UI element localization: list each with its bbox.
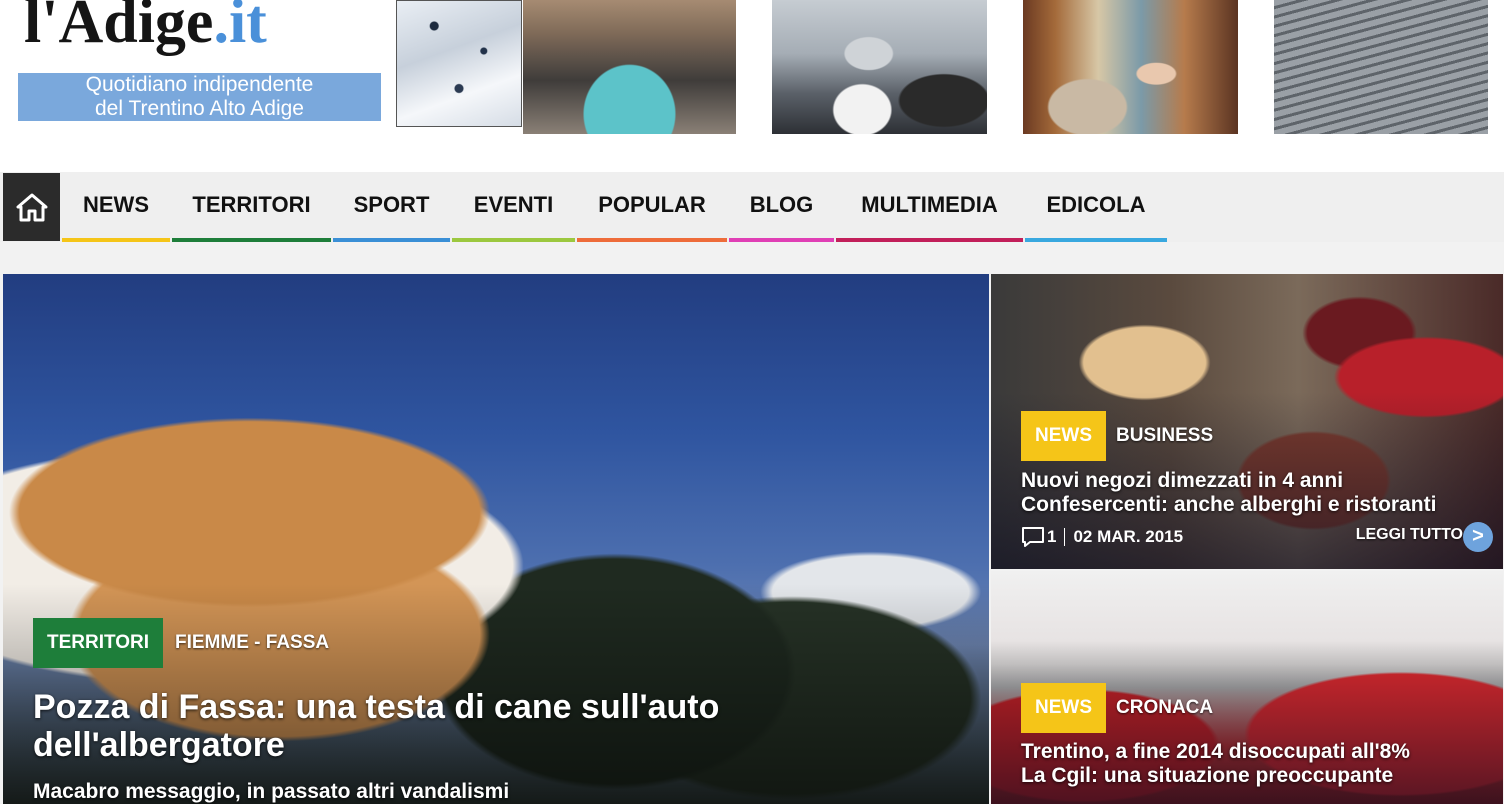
comment-icon[interactable] bbox=[1021, 526, 1045, 548]
headline-thumbnail-snow[interactable] bbox=[396, 0, 522, 127]
nav-multimedia[interactable]: MULTIMEDIA bbox=[836, 172, 1023, 242]
main-nav: NEWS TERRITORI SPORT EVENTI POPULAR BLOG… bbox=[0, 172, 1504, 242]
headline-thumbnail-shop[interactable] bbox=[1023, 0, 1238, 134]
card2-title-line1: Trentino, a fine 2014 disoccupati all'8% bbox=[1021, 740, 1410, 763]
nav-popular[interactable]: POPULAR bbox=[577, 172, 727, 242]
card2-subcategory[interactable]: CRONACA bbox=[1116, 697, 1213, 719]
home-button[interactable] bbox=[3, 173, 60, 241]
card1-category-badge[interactable]: NEWS bbox=[1021, 411, 1106, 461]
nav-blog[interactable]: BLOG bbox=[729, 172, 834, 242]
read-more-link[interactable]: LEGGI TUTTO bbox=[1356, 526, 1463, 544]
nav-edicola[interactable]: EDICOLA bbox=[1025, 172, 1167, 242]
tagline-line2: del Trentino Alto Adige bbox=[95, 97, 304, 120]
arrow-right-icon[interactable]: > bbox=[1463, 522, 1493, 552]
nav-label: TERRITORI bbox=[192, 192, 311, 217]
card1-meta: 1 02 MAR. 2015 bbox=[1021, 526, 1183, 548]
card1-subcategory[interactable]: BUSINESS bbox=[1116, 425, 1213, 447]
nav-news[interactable]: NEWS bbox=[62, 172, 170, 242]
hero-category-badge[interactable]: TERRITORI bbox=[33, 618, 164, 668]
hero-subtitle: Macabro messaggio, in passato altri vand… bbox=[33, 780, 510, 803]
hero-subcategory[interactable]: FIEMME - FASSA bbox=[175, 632, 329, 654]
site-logo[interactable]: l'Adige.it bbox=[24, 0, 267, 62]
tagline-line1: Quotidiano indipendente bbox=[85, 73, 314, 96]
meta-divider bbox=[1064, 528, 1066, 546]
hero-article[interactable]: TERRITORI FIEMME - FASSA Pozza di Fassa:… bbox=[3, 274, 989, 804]
site-tagline: Quotidiano indipendente del Trentino Alt… bbox=[18, 73, 381, 121]
card2-category-badge[interactable]: NEWS bbox=[1021, 683, 1106, 733]
nav-label: SPORT bbox=[353, 192, 430, 217]
card2-title-line2: La Cgil: una situazione preoccupante bbox=[1021, 764, 1394, 787]
nav-label: BLOG bbox=[749, 192, 814, 217]
card1-title-line1: Nuovi negozi dimezzati in 4 anni bbox=[1021, 469, 1344, 492]
card1-title-line2: Confesercenti: anche alberghi e ristoran… bbox=[1021, 493, 1437, 516]
headline-thumbnail-railway[interactable] bbox=[1274, 0, 1488, 134]
nav-label: EDICOLA bbox=[1046, 192, 1146, 217]
side-article-2[interactable]: NEWS CRONACA Trentino, a fine 2014 disoc… bbox=[991, 571, 1503, 804]
headline-thumbnail-fountain[interactable] bbox=[523, 0, 736, 134]
nav-territori[interactable]: TERRITORI bbox=[172, 172, 331, 242]
comment-count[interactable]: 1 bbox=[1047, 527, 1056, 547]
home-icon bbox=[16, 193, 47, 222]
side-article-1[interactable]: NEWS BUSINESS Nuovi negozi dimezzati in … bbox=[991, 274, 1503, 569]
card2-title[interactable]: Trentino, a fine 2014 disoccupati all'8%… bbox=[1021, 740, 1410, 788]
nav-sport[interactable]: SPORT bbox=[333, 172, 450, 242]
nav-label: MULTIMEDIA bbox=[861, 192, 998, 217]
card1-date: 02 MAR. 2015 bbox=[1073, 527, 1184, 546]
nav-label: POPULAR bbox=[598, 192, 706, 217]
hero-title[interactable]: Pozza di Fassa: una testa di cane sull'a… bbox=[33, 688, 733, 764]
nav-eventi[interactable]: EVENTI bbox=[452, 172, 575, 242]
nav-label: NEWS bbox=[83, 192, 149, 217]
headline-thumbnail-car-crash[interactable] bbox=[772, 0, 987, 134]
card1-title[interactable]: Nuovi negozi dimezzati in 4 anni Confese… bbox=[1021, 469, 1436, 517]
site-header: l'Adige.it Quotidiano indipendente del T… bbox=[0, 0, 1504, 172]
nav-label: EVENTI bbox=[473, 192, 554, 217]
